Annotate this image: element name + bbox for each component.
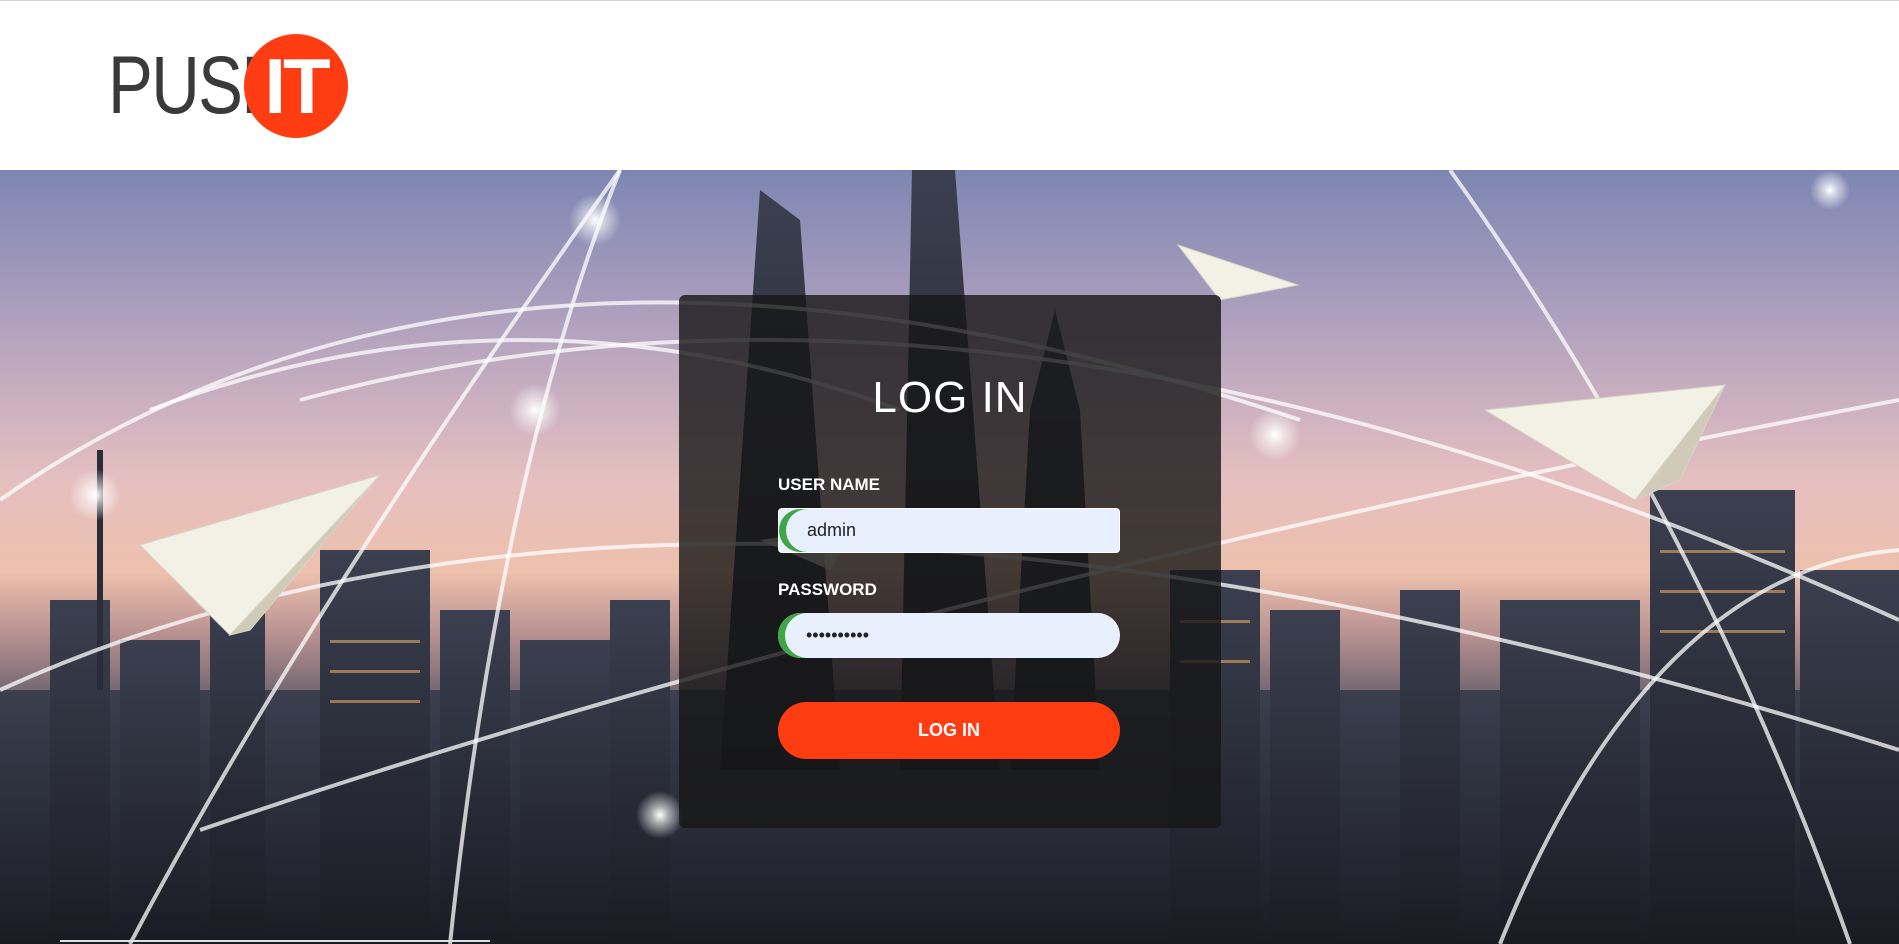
password-input[interactable] — [778, 613, 1120, 658]
pushit-logo[interactable]: PUSH IT — [108, 31, 348, 141]
logo-badge: IT — [244, 34, 348, 138]
password-field-wrapper — [778, 613, 1120, 658]
username-input[interactable] — [779, 509, 1119, 552]
username-label: USER NAME — [778, 475, 881, 494]
horizontal-scrollbar[interactable] — [60, 940, 490, 942]
site-header: PUSH IT — [0, 0, 1899, 170]
username-field-wrapper — [778, 508, 1120, 553]
paper-plane-icon — [1483, 384, 1727, 501]
password-label: PASSWORD — [778, 580, 877, 599]
logo-badge-text: IT — [264, 42, 330, 130]
paper-plane-icon — [1176, 244, 1300, 301]
login-button[interactable]: LOG IN — [778, 702, 1120, 759]
login-title: LOG IN — [872, 373, 1028, 422]
login-panel: LOG IN USER NAME PASSWORD LOG IN — [679, 295, 1221, 828]
